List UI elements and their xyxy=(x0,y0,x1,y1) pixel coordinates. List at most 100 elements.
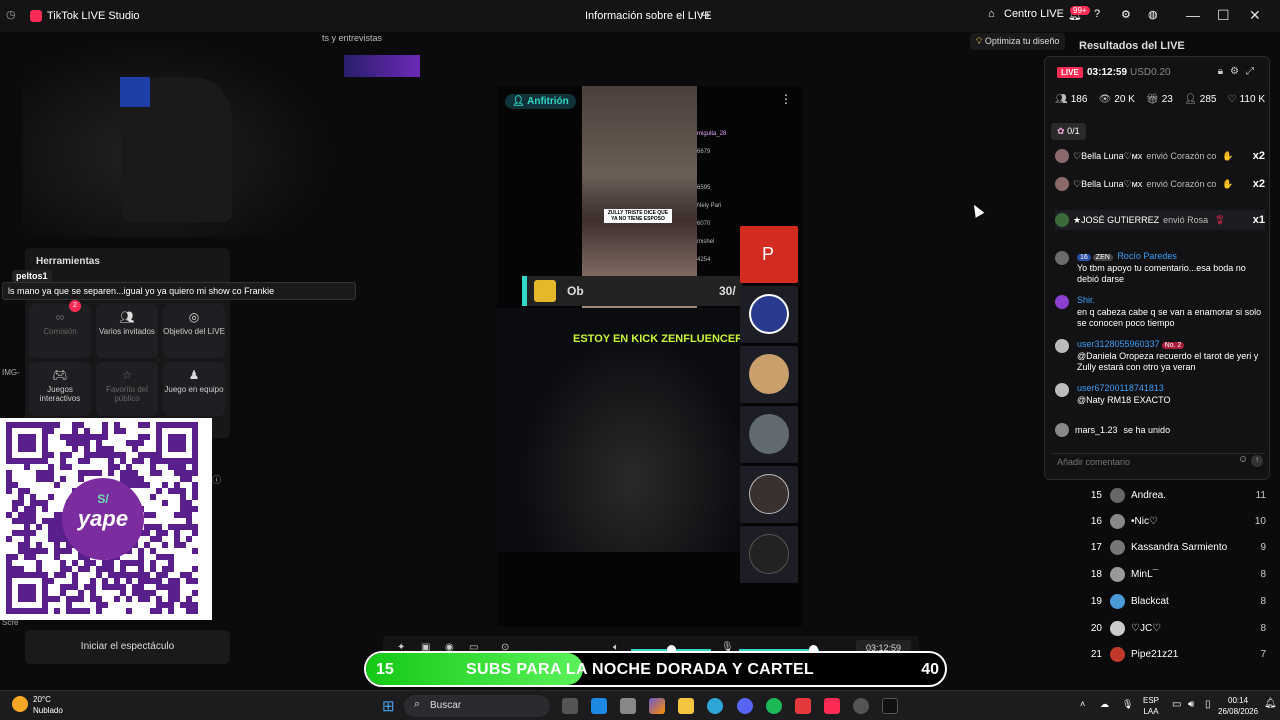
avatar xyxy=(749,414,789,454)
avatar xyxy=(1055,213,1069,227)
tiktok-live-studio-icon[interactable] xyxy=(824,698,840,714)
tool-juegos-interactivos[interactable]: 🎮︎ Juegos interactivos xyxy=(29,362,91,416)
network-icon[interactable]: ▭ xyxy=(1172,699,1181,710)
live-stage: ZULLY TRISTE DICE QUE YA NO TIENE ESPOSO… xyxy=(497,86,802,627)
users-icon: 👥︎ xyxy=(1055,94,1068,105)
mouse-cursor xyxy=(969,202,985,218)
guest-slot-3[interactable] xyxy=(740,346,798,403)
ranking-row[interactable]: 17 Kassandra Sarmiento 9 xyxy=(1076,534,1266,560)
comment-row: user67200118741813 @Naty RM18 EXACTO xyxy=(1055,383,1265,409)
goal-chip[interactable]: ✿ 0/1 xyxy=(1051,123,1086,140)
minimize-button[interactable]: — xyxy=(1186,7,1200,23)
source-tab[interactable]: ts y entrevistas xyxy=(322,33,382,43)
guest-slot-5[interactable] xyxy=(740,466,798,523)
person-icon: 👤︎ xyxy=(512,96,528,107)
spotify-icon[interactable] xyxy=(766,698,782,714)
file-explorer-icon[interactable] xyxy=(678,698,694,714)
gift-row: ★JOSÉ GUTIERREZ envió Rosa 🌹︎ x1 xyxy=(1055,210,1265,230)
follow-icon: 👤︎ xyxy=(1184,94,1197,105)
ranking-row[interactable]: 19 Blackcat 8 xyxy=(1076,588,1266,614)
users-icon: 👥︎ xyxy=(119,310,135,324)
weather-widget[interactable]: 20°C Nublado xyxy=(33,694,63,716)
heart-icon: ♡ xyxy=(1227,94,1237,105)
app-icon[interactable] xyxy=(591,698,607,714)
target-icon: ◎ xyxy=(188,310,200,324)
ranking-row[interactable]: 16 •Nic♡ 10 xyxy=(1076,508,1266,534)
cloud-icon[interactable]: ☁ xyxy=(1100,699,1109,710)
comment-actions[interactable]: ☺ ↑ xyxy=(1238,454,1263,467)
taskbar-search[interactable]: ⌕ Buscar xyxy=(404,695,550,717)
windows-start-icon[interactable]: ⊞ xyxy=(382,697,395,715)
chevron-up-icon[interactable]: ˄ xyxy=(1080,699,1085,709)
start-show-button[interactable]: Iniciar el espectáculo xyxy=(25,630,230,664)
tool-objetivo[interactable]: ◎ Objetivo del LIVE xyxy=(163,304,225,358)
info-icon[interactable]: ⓘ xyxy=(212,473,221,486)
stat-views: 👁︎ 20 K xyxy=(1098,94,1135,105)
ranking-row[interactable]: 15 Andrea. 11 xyxy=(1076,482,1266,508)
avatar xyxy=(749,294,789,334)
live-badge: LIVE xyxy=(1057,67,1083,78)
weather-icon[interactable] xyxy=(12,696,28,712)
tool-label: Juego en equipo xyxy=(164,385,224,394)
live-stats: 👥︎ 186 👁︎ 20 K 🎁︎ 23 👤︎ 285 ♡ 110 K xyxy=(1055,94,1265,105)
panel-controls[interactable]: 🔒︎⚙⤢ xyxy=(1218,66,1261,77)
source-thumbnail[interactable] xyxy=(344,55,420,77)
tools-title: Herramientas xyxy=(36,256,100,267)
volume-icon[interactable]: 🔊︎ xyxy=(1188,699,1194,710)
tool-label: Juegos interactivos xyxy=(39,385,81,403)
notifications-icon[interactable]: 🔔︎ xyxy=(1264,698,1277,709)
app-icon[interactable] xyxy=(853,698,869,714)
guest-slot-1[interactable]: P xyxy=(740,226,798,283)
app-icon[interactable] xyxy=(620,698,636,714)
tiktok-icon[interactable] xyxy=(882,698,898,714)
eye-icon: 👁︎ xyxy=(1098,94,1112,105)
language-indicator[interactable]: ESP LAA xyxy=(1143,695,1159,717)
tiktok-logo-icon xyxy=(30,10,42,22)
tool-juego-equipo[interactable]: ♟ Juego en equipo xyxy=(163,362,225,416)
avatar xyxy=(1110,646,1125,662)
comment-input[interactable]: Añadir comentario xyxy=(1051,453,1265,471)
task-view-icon[interactable] xyxy=(562,698,578,714)
tool-varios-invitados[interactable]: 👥︎ Varios invitados xyxy=(96,304,158,358)
clock[interactable]: 00:14 26/08/2026 xyxy=(1218,695,1258,717)
stat-viewers: 👥︎ 186 xyxy=(1055,94,1088,105)
tool-comision[interactable]: ∞ Comisión 2 xyxy=(29,300,91,358)
avatar xyxy=(1110,513,1125,529)
guest-slot-2[interactable] xyxy=(740,286,798,343)
comment-row: 16 ZEN Rocío Paredes Yo tbm apoyo tu come… xyxy=(1055,251,1265,287)
battery-icon[interactable]: ▯ xyxy=(1205,699,1211,710)
gift-row: ♡Bella Luna♡ᴍx envió Corazón co ✋ x2 xyxy=(1055,146,1265,166)
help-icon[interactable]: ? xyxy=(1094,8,1100,20)
subs-goal-bar: 15 SUBS PARA LA NOCHE DORADA Y CARTEL 40 xyxy=(364,651,947,687)
centro-live-link[interactable]: Centro LIVE xyxy=(1004,8,1064,20)
discord-icon[interactable] xyxy=(737,698,753,714)
live-info-title[interactable]: Información sobre el LIVE xyxy=(585,10,712,22)
link-icon: ∞ xyxy=(55,310,65,324)
gear-icon: ⚙ xyxy=(1230,66,1246,77)
tool-favorito[interactable]: ☆ Favorito del público xyxy=(96,362,158,416)
maximize-button[interactable]: ☐ xyxy=(1217,7,1230,24)
comment-row: user3128055960337 No. 2 @Daniela Oropeza … xyxy=(1055,339,1265,375)
avatar xyxy=(1055,339,1069,353)
mic-tray-icon[interactable]: 🎙︎ xyxy=(1122,699,1133,710)
edge-icon[interactable] xyxy=(707,698,723,714)
live-panel: LIVE 03:12:59 USD0.20 🔒︎⚙⤢ 👥︎ 186 👁︎ 20 K … xyxy=(1044,56,1270,480)
home-icon[interactable]: ⌂ xyxy=(988,8,995,20)
ranking-row[interactable]: 18 MinL¯ 8 xyxy=(1076,561,1266,587)
share-icon[interactable]: ↪ xyxy=(700,8,710,22)
optimize-layout-button[interactable]: 💡︎ Optimiza tu diseño xyxy=(970,33,1066,50)
camera-source[interactable] xyxy=(22,32,342,237)
app-icon[interactable] xyxy=(795,698,811,714)
more-icon[interactable]: ⋮ xyxy=(780,92,792,106)
gear-icon[interactable]: ⚙ xyxy=(1121,8,1131,21)
avatar xyxy=(1055,149,1069,163)
close-button[interactable]: ✕ xyxy=(1249,7,1261,24)
avatar xyxy=(1110,487,1125,503)
guest-slot-6[interactable] xyxy=(740,526,798,583)
search-icon: ⌕ xyxy=(414,698,421,710)
guest-slot-4[interactable] xyxy=(740,406,798,463)
avatar[interactable]: ◍ xyxy=(1148,8,1158,21)
ranking-row[interactable]: 21 Pipe21z21 7 xyxy=(1076,641,1266,667)
ranking-row[interactable]: 20 ♡JC♡ 8 xyxy=(1076,615,1266,641)
copilot-icon[interactable] xyxy=(649,698,665,714)
